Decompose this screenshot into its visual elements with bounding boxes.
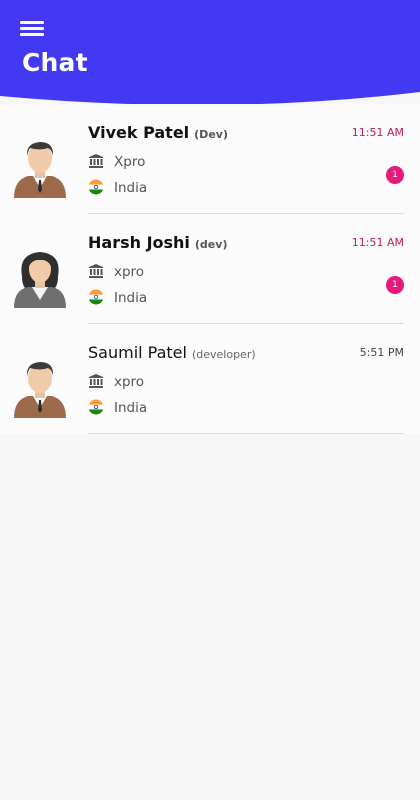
country-name: India: [114, 180, 148, 196]
contact-role: (developer): [191, 348, 256, 361]
india-flag-icon: [88, 399, 104, 415]
india-flag-icon: [88, 289, 104, 305]
contact-name: Vivek Patel: [88, 123, 190, 142]
india-flag-icon: [88, 179, 104, 195]
bank-icon: [89, 374, 103, 388]
message-time: 11:51 AM: [351, 126, 404, 139]
company-name: Xpro: [114, 154, 146, 170]
unread-badge: 1: [386, 166, 404, 184]
unread-badge: 1: [386, 276, 404, 294]
chat-row[interactable]: Harsh Joshi (dev) 11:51 AM xpro India 1: [0, 214, 420, 324]
country-name: India: [114, 400, 148, 416]
male-avatar-icon: [14, 362, 66, 418]
contact-role: (Dev): [194, 128, 228, 141]
menu-icon[interactable]: [20, 18, 44, 38]
chat-row[interactable]: Saumil Patel (developer) 5:51 PM xpro In…: [0, 324, 420, 434]
message-time: 11:51 AM: [351, 236, 404, 249]
contact-name: Saumil Patel: [88, 343, 187, 362]
contact-role: (dev): [194, 238, 228, 251]
message-time: 5:51 PM: [359, 346, 404, 359]
page-title: Chat: [22, 48, 88, 77]
country-name: India: [114, 290, 148, 306]
chat-row[interactable]: Vivek Patel (Dev) 11:51 AM Xpro India 1: [0, 104, 420, 214]
contact-name: Harsh Joshi: [88, 233, 190, 252]
bank-icon: [89, 154, 103, 168]
chat-list: Vivek Patel (Dev) 11:51 AM Xpro India 1 …: [0, 104, 420, 434]
male-avatar-icon: [14, 142, 66, 198]
company-name: xpro: [114, 374, 145, 390]
company-name: xpro: [114, 264, 145, 280]
female-avatar-icon: [14, 252, 66, 308]
app-header: Chat: [0, 0, 420, 110]
bank-icon: [89, 264, 103, 278]
